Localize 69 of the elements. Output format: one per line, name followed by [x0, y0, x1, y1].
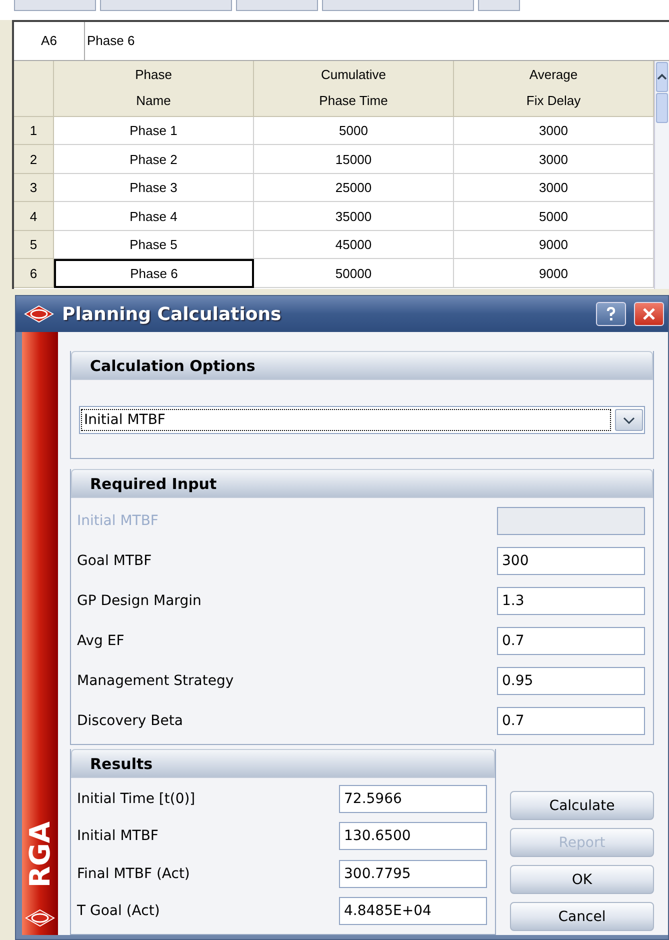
- result-field[interactable]: 72.5966: [339, 784, 487, 813]
- logo-icon: [25, 909, 55, 927]
- panel-header: Required Input: [71, 469, 653, 498]
- field-label: Avg EF: [77, 633, 126, 649]
- result-label: Initial MTBF: [77, 828, 160, 844]
- result-field[interactable]: 4.8485E+04: [339, 897, 487, 926]
- question-icon: [606, 307, 616, 321]
- input-field[interactable]: 1.3: [497, 587, 645, 615]
- help-button[interactable]: [596, 302, 626, 326]
- scroll-thumb[interactable]: [656, 92, 668, 123]
- sidebar-text: RGA: [24, 821, 56, 888]
- scrollbar[interactable]: [654, 60, 669, 290]
- panel-header: Calculation Options: [71, 351, 653, 380]
- column-header: Average Fix Delay: [454, 60, 654, 117]
- caret-up-icon: [657, 73, 667, 80]
- table-cell[interactable]: Phase 5: [54, 230, 254, 260]
- table-cell[interactable]: 15000: [254, 145, 454, 174]
- field-label: Management Strategy: [77, 673, 235, 689]
- table-cell[interactable]: Phase 2: [54, 145, 254, 174]
- input-field[interactable]: 0.95: [497, 667, 645, 695]
- table-cell[interactable]: 35000: [254, 202, 454, 231]
- result-field[interactable]: 300.7795: [339, 860, 487, 888]
- window-title: Planning Calculations: [62, 304, 282, 324]
- scroll-up-button[interactable]: [656, 62, 668, 92]
- row-number: 5: [14, 230, 54, 260]
- cell-reference: A6: [14, 22, 85, 60]
- panel-header: Results: [71, 749, 495, 778]
- close-icon: [642, 307, 656, 321]
- toolbar-tab[interactable]: [236, 0, 318, 11]
- calculation-dropdown[interactable]: Initial MTBF: [79, 406, 645, 434]
- column-header: Phase Name: [54, 60, 254, 117]
- result-label: T Goal (Act): [77, 903, 161, 920]
- input-field[interactable]: 0.7: [497, 627, 645, 655]
- table-cell[interactable]: 50000: [254, 259, 454, 288]
- row-number: 2: [14, 145, 54, 174]
- row-number: 1: [14, 116, 54, 146]
- row-number: 3: [14, 174, 54, 202]
- input-field[interactable]: 300: [497, 547, 645, 575]
- logo-icon: [24, 305, 54, 323]
- dialog-button[interactable]: OK: [510, 865, 654, 894]
- field-label: Discovery Beta: [77, 713, 184, 729]
- table-cell[interactable]: 25000: [254, 174, 454, 202]
- table-cell[interactable]: Phase 1: [54, 116, 254, 146]
- toolbar-tab[interactable]: [322, 0, 474, 11]
- field-label: GP Design Margin: [77, 593, 202, 609]
- result-label: Initial Time [t(0)]: [77, 790, 196, 807]
- formula-field[interactable]: Phase 6: [85, 22, 669, 60]
- row-number: 6: [14, 259, 54, 288]
- table-cell[interactable]: Phase 6: [54, 259, 254, 288]
- close-button[interactable]: [634, 302, 664, 326]
- input-field[interactable]: 0.7: [497, 707, 645, 735]
- corner-cell: [14, 60, 54, 117]
- result-label: Final MTBF (Act): [77, 866, 191, 882]
- table-cell[interactable]: 45000: [254, 230, 454, 260]
- row-number: 4: [14, 202, 54, 231]
- table-cell[interactable]: Phase 4: [54, 202, 254, 231]
- field-label: Goal MTBF: [77, 553, 153, 569]
- toolbar-tab[interactable]: [14, 0, 96, 11]
- field-label: Initial MTBF: [77, 513, 160, 529]
- dialog-button[interactable]: Cancel: [510, 902, 654, 931]
- dialog-button[interactable]: Calculate: [510, 791, 654, 820]
- dropdown-button[interactable]: [615, 409, 643, 431]
- column-header: Cumulative Phase Time: [254, 60, 454, 117]
- table-cell[interactable]: Phase 3: [54, 174, 254, 202]
- chevron-down-icon: [623, 416, 635, 424]
- result-field[interactable]: 130.6500: [339, 822, 487, 850]
- toolbar-tab[interactable]: [478, 0, 520, 11]
- table-cell[interactable]: 5000: [254, 116, 454, 146]
- toolbar-tab[interactable]: [100, 0, 232, 11]
